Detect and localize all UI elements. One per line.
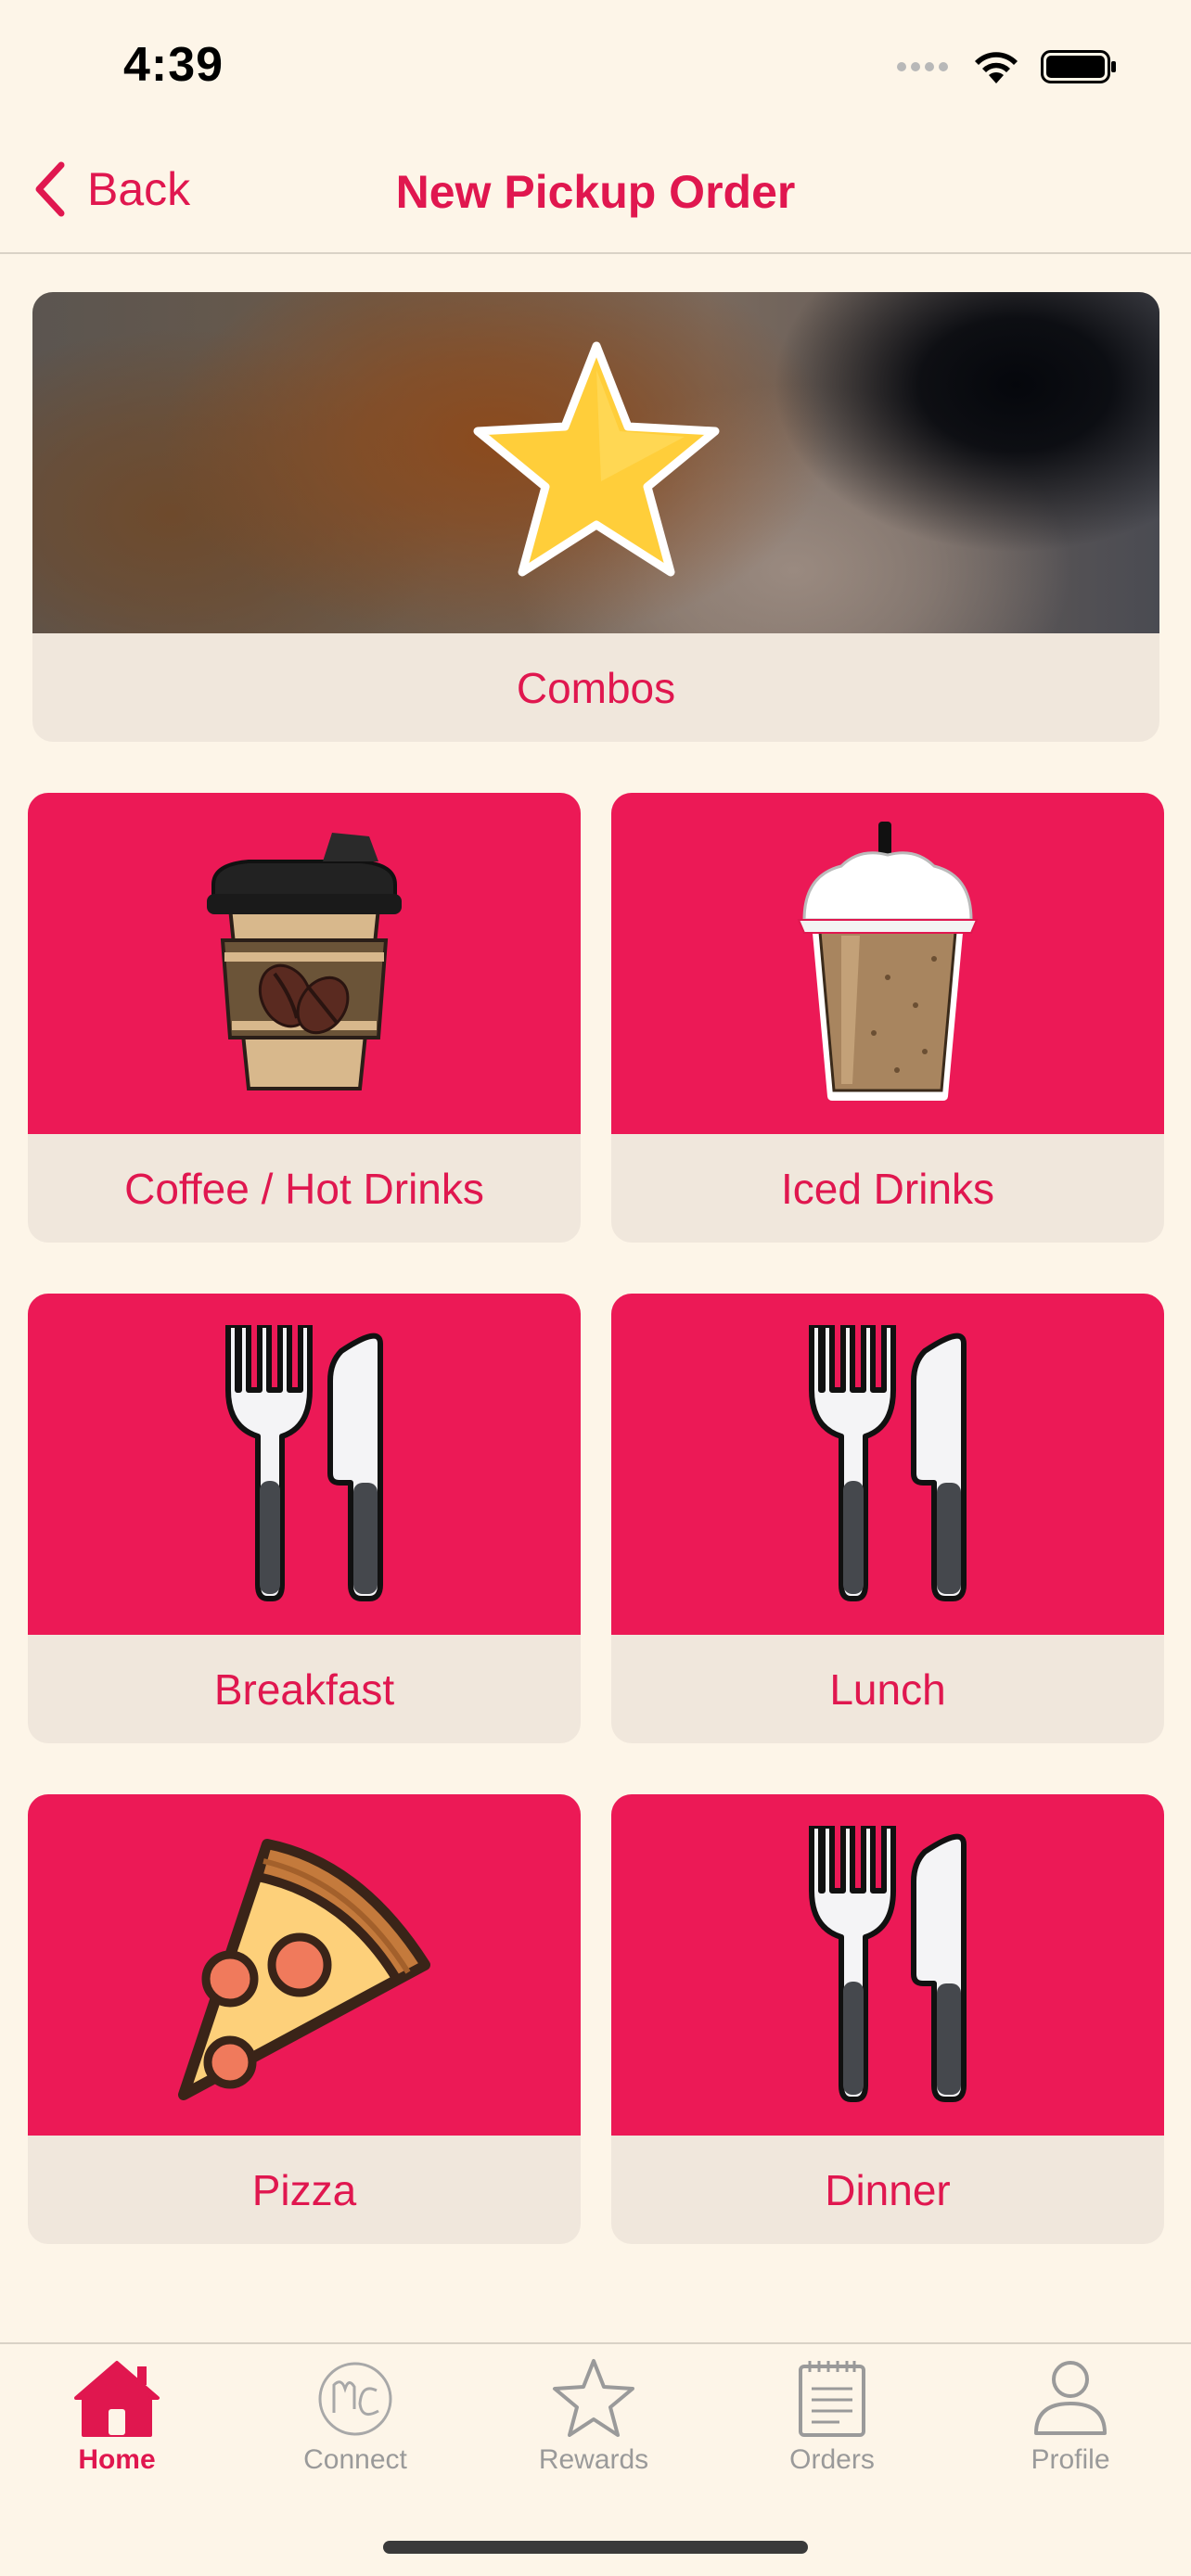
notepad-icon	[799, 2361, 865, 2437]
tab-label: Profile	[1031, 2444, 1110, 2475]
category-label: Pizza	[251, 2166, 357, 2214]
tab-label: Home	[78, 2444, 156, 2475]
tab-connect[interactable]: Connect	[263, 2357, 448, 2476]
person-icon	[1034, 2361, 1107, 2435]
status-time: 4:39	[123, 38, 224, 92]
category-card-dinner[interactable]: Dinner	[611, 1794, 1164, 2244]
navigation-bar: Back New Pickup Order	[0, 130, 1191, 254]
tab-label: Orders	[789, 2444, 875, 2475]
iced-drinks-image	[611, 793, 1164, 1134]
coffee-cup-icon	[207, 833, 402, 1090]
page-title: New Pickup Order	[395, 166, 796, 218]
home-indicator	[383, 2541, 808, 2554]
star-icon	[473, 341, 719, 577]
tab-home[interactable]: Home	[24, 2357, 210, 2476]
home-icon	[74, 2361, 160, 2437]
breakfast-image	[28, 1294, 581, 1635]
tab-label: Connect	[303, 2444, 407, 2475]
tab-profile[interactable]: Profile	[978, 2357, 1163, 2476]
category-card-iced-drinks[interactable]: Iced Drinks	[611, 793, 1164, 1243]
status-icons	[896, 48, 1117, 85]
coffee-image	[28, 793, 581, 1134]
dinner-image	[611, 1794, 1164, 2136]
category-label: Iced Drinks	[780, 1165, 995, 1213]
mc-logo-icon	[318, 2362, 392, 2436]
category-card-combos[interactable]: Combos	[32, 292, 1159, 742]
screen: 4:39 Back New Pickup Order Combos Coffee…	[0, 0, 1191, 2576]
category-label: Coffee / Hot Drinks	[124, 1165, 484, 1213]
category-label: Breakfast	[213, 1665, 395, 1714]
fork-knife-icon	[809, 1325, 967, 1601]
cellular-signal-icon	[897, 62, 948, 71]
tab-rewards[interactable]: Rewards	[501, 2357, 686, 2476]
fork-knife-icon	[809, 1826, 967, 2102]
category-label: Combos	[516, 664, 676, 712]
combos-image	[32, 292, 1159, 633]
fork-knife-icon	[225, 1325, 383, 1601]
tab-label: Rewards	[538, 2444, 649, 2475]
category-label: Dinner	[825, 2166, 951, 2214]
iced-drink-icon	[797, 822, 979, 1101]
wifi-icon	[975, 52, 1018, 83]
category-card-breakfast[interactable]: Breakfast	[28, 1294, 581, 1743]
status-bar: 4:39	[0, 0, 1191, 130]
category-label: Lunch	[829, 1665, 946, 1714]
battery-icon	[1041, 50, 1116, 83]
pizza-slice-icon	[178, 1839, 430, 2100]
category-card-lunch[interactable]: Lunch	[611, 1294, 1164, 1743]
category-card-coffee-hot-drinks[interactable]: Coffee / Hot Drinks	[28, 793, 581, 1243]
category-card-pizza[interactable]: Pizza	[28, 1794, 581, 2244]
star-outline-icon	[553, 2359, 634, 2437]
tab-orders[interactable]: Orders	[739, 2357, 925, 2476]
pizza-image	[28, 1794, 581, 2136]
lunch-image	[611, 1294, 1164, 1635]
